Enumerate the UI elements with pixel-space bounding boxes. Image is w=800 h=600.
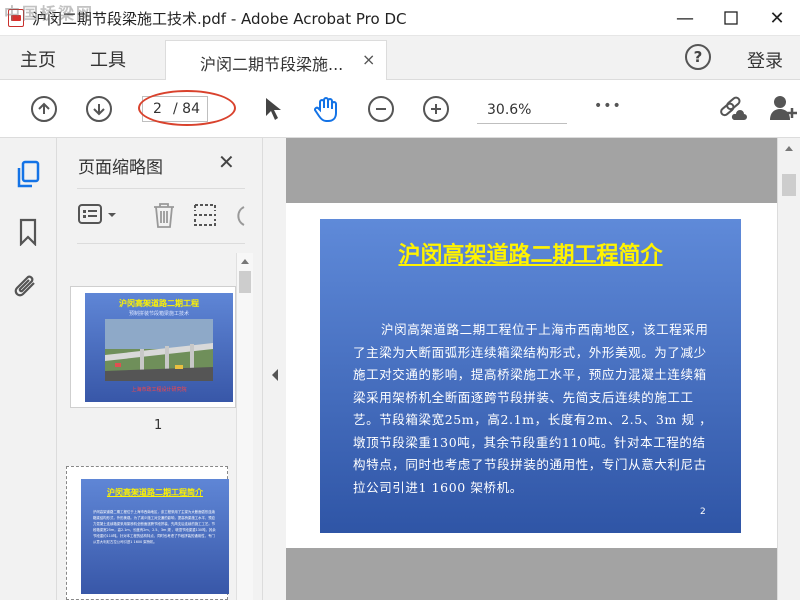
tab-document[interactable]: 沪闵二期节段梁施... × [165,40,387,81]
select-tool-button[interactable] [262,96,284,126]
zoom-level-field[interactable]: 30.6% [477,96,567,124]
trash-icon [154,203,174,228]
thumbnails-scrollbar[interactable] [236,253,253,600]
slide-paragraph: 沪闵高架道路二期工程位于上海市西南地区，该工程采用了主梁为大断面弧形连续箱梁结构… [353,322,713,495]
thumbnail-1-slide: 沪闵高架道路二期工程 预制拼装节段箱梁施工技术 上海市政工程设计研究院 [85,293,233,402]
title-bar: 沪闵二期节段梁施工技术.pdf - Adobe Acrobat Pro DC —… [0,0,800,36]
thumbnail-options-button[interactable] [78,202,122,232]
login-button[interactable]: 登录 [747,47,783,73]
tab-tools[interactable]: 工具 [90,46,126,72]
page-thumbnails-button[interactable] [15,160,41,194]
delete-page-button[interactable] [151,201,177,233]
document-scrollbar[interactable] [777,138,800,600]
tab-document-label: 沪闵二期节段梁施... [200,55,344,74]
thumbnail-2-slide: 沪闵高架道路二期工程简介 沪闵高架道路二期工程位于上海市西南地区，该工程采用了主… [81,479,229,594]
zoom-out-button[interactable] [368,96,394,122]
pointer-icon [266,98,281,120]
split-icon [194,204,216,226]
slide-title: 沪闵高架道路二期工程简介 [398,242,663,268]
add-user-icon [770,96,797,120]
pages-icon [17,160,40,188]
arrow-up-icon [38,102,50,114]
maximize-button[interactable] [708,0,754,36]
attachments-button[interactable] [14,274,42,308]
arrow-down-icon [93,104,105,116]
maximize-icon [724,11,738,25]
rotate-page-button[interactable] [232,203,246,233]
tab-home[interactable]: 主页 [20,46,56,72]
thumbnail-1-title: 沪闵高架道路二期工程 [119,299,199,308]
thumbnails-panel-title: 页面缩略图 [78,158,163,178]
split-page-button[interactable] [192,201,218,233]
panel-divider-2 [77,243,245,244]
paperclip-icon [14,275,35,297]
rotate-icon [237,206,245,226]
hand-icon [314,97,337,122]
bridge-photo [105,319,213,381]
watermark: 中国桥梁网 [4,4,95,23]
thumbnail-1-subtitle: 预制拼装节段箱梁施工技术 [128,311,189,317]
slide-page-number: 2 [700,507,706,517]
thumbnail-page-1[interactable]: 沪闵高架道路二期工程 预制拼装节段箱梁施工技术 上海市政工程设计研究院 [70,286,236,408]
red-annotation-circle [138,90,236,126]
doc-scroll-up-icon [785,146,793,151]
share-user-button[interactable] [768,94,800,130]
zoom-value: 30.6% [487,102,532,118]
thumbnails-scroll-thumb[interactable] [239,271,251,293]
minus-icon [376,108,386,110]
thumbnail-2-title: 沪闵高架道路二期工程简介 [107,488,203,497]
panel-collapse-strip [262,138,286,600]
hand-tool-button[interactable] [312,94,342,128]
collapse-panel-icon[interactable] [270,368,280,382]
previous-page-button[interactable] [31,96,57,122]
toolbar [0,80,800,138]
navigation-rail [0,138,57,600]
bookmarks-button[interactable] [18,218,40,250]
minimize-button[interactable]: — [662,0,708,36]
share-link-button[interactable] [716,94,748,130]
link-cloud-icon [720,96,747,120]
close-panel-icon[interactable]: ✕ [218,150,235,174]
next-page-button[interactable] [86,96,112,122]
help-icon[interactable]: ? [685,44,711,70]
scroll-up-icon [241,259,249,264]
slide: 沪闵高架道路二期工程简介 沪闵高架道路二期工程位于上海市西南地区，该工程采用了主… [320,219,741,533]
tab-close-icon[interactable]: × [362,50,375,69]
options-list-icon [78,204,116,224]
plus-icon [431,104,441,114]
close-window-button[interactable]: ✕ [754,0,800,36]
thumbnail-page-2[interactable]: 沪闵高架道路二期工程简介 沪闵高架道路二期工程位于上海市西南地区，该工程采用了主… [66,466,229,600]
thumbnail-1-number: 1 [154,418,163,433]
zoom-in-button[interactable] [423,96,449,122]
more-tools-button[interactable]: ••• [594,98,622,114]
bookmark-icon [19,218,37,247]
panel-divider [77,188,245,189]
thumbnail-2-text: 沪闵高架道路二期工程位于上海市西南地区，该工程采用了主梁为大断面弧形连续箱梁结构… [93,510,216,544]
thumbnail-1-footer: 上海市政工程设计研究院 [131,387,187,393]
document-scroll-thumb[interactable] [782,174,796,196]
